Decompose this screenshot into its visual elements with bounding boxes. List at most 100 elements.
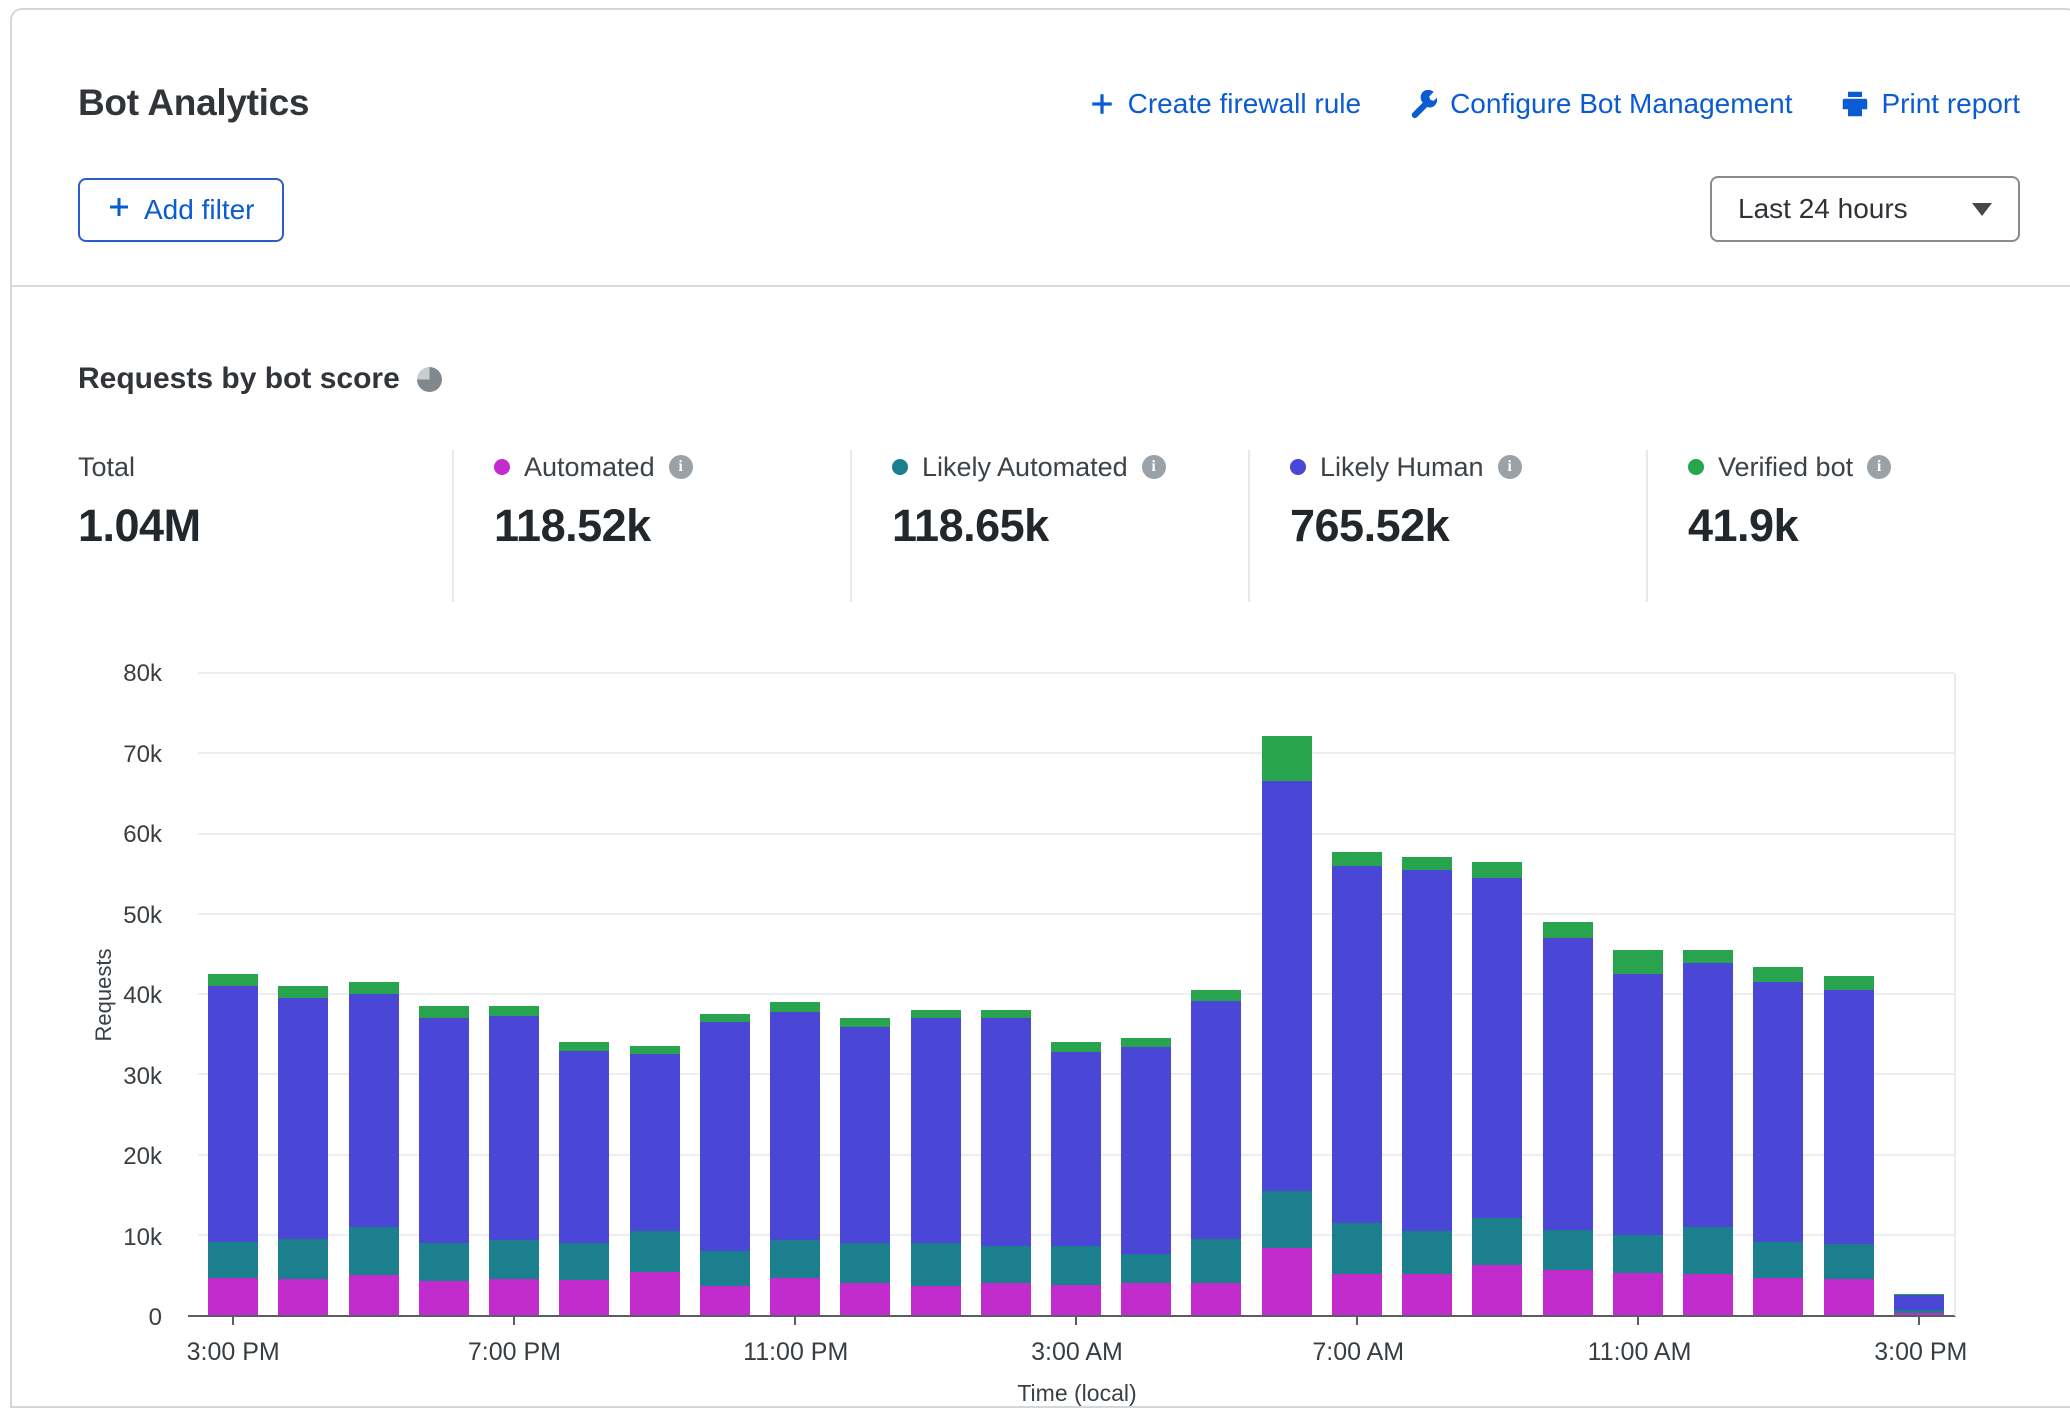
bar-segment-likely-automated[interactable] bbox=[840, 1243, 890, 1283]
bar-segment-automated[interactable] bbox=[630, 1272, 680, 1315]
stacked-bar[interactable] bbox=[840, 673, 890, 1315]
bar-segment-likely-human[interactable] bbox=[208, 986, 258, 1242]
stacked-bar[interactable] bbox=[1753, 673, 1803, 1315]
bar-segment-automated[interactable] bbox=[559, 1280, 609, 1315]
bar-segment-automated[interactable] bbox=[1613, 1273, 1663, 1315]
bar-segment-automated[interactable] bbox=[911, 1286, 961, 1315]
bar-segment-likely-automated[interactable] bbox=[1402, 1231, 1452, 1274]
stat-verified-bot[interactable]: Verified boti41.9k bbox=[1646, 450, 2044, 602]
bar-segment-likely-automated[interactable] bbox=[1613, 1235, 1663, 1274]
bar-segment-likely-automated[interactable] bbox=[208, 1242, 258, 1278]
stacked-bar[interactable] bbox=[419, 673, 469, 1315]
stacked-bar[interactable] bbox=[1332, 673, 1382, 1315]
bar-segment-likely-automated[interactable] bbox=[1824, 1244, 1874, 1279]
bar-segment-verified-bot[interactable] bbox=[1753, 967, 1803, 982]
bar-segment-likely-human[interactable] bbox=[1402, 870, 1452, 1230]
stacked-bar[interactable] bbox=[1543, 673, 1593, 1315]
bar-segment-likely-automated[interactable] bbox=[419, 1243, 469, 1281]
bar-segment-automated[interactable] bbox=[1824, 1279, 1874, 1315]
bar-segment-verified-bot[interactable] bbox=[278, 986, 328, 998]
bar-segment-likely-human[interactable] bbox=[1683, 963, 1733, 1227]
bar-segment-verified-bot[interactable] bbox=[559, 1042, 609, 1051]
bar-segment-likely-automated[interactable] bbox=[1472, 1218, 1522, 1265]
bar-segment-verified-bot[interactable] bbox=[1472, 862, 1522, 877]
bar-segment-verified-bot[interactable] bbox=[700, 1014, 750, 1022]
bar-segment-likely-human[interactable] bbox=[1543, 938, 1593, 1230]
bar-segment-verified-bot[interactable] bbox=[1824, 976, 1874, 990]
bar-segment-likely-human[interactable] bbox=[700, 1022, 750, 1251]
bar-segment-automated[interactable] bbox=[349, 1275, 399, 1315]
bar-segment-automated[interactable] bbox=[840, 1283, 890, 1315]
stacked-bar[interactable] bbox=[630, 673, 680, 1315]
bar-segment-automated[interactable] bbox=[1262, 1248, 1312, 1315]
bar-segment-verified-bot[interactable] bbox=[208, 974, 258, 986]
bar-segment-automated[interactable] bbox=[1753, 1278, 1803, 1315]
bar-segment-verified-bot[interactable] bbox=[981, 1010, 1031, 1018]
bar-segment-likely-automated[interactable] bbox=[630, 1231, 680, 1272]
bar-segment-verified-bot[interactable] bbox=[1402, 857, 1452, 871]
stacked-bar[interactable] bbox=[1683, 673, 1733, 1315]
bar-segment-likely-automated[interactable] bbox=[1753, 1242, 1803, 1278]
stacked-bar[interactable] bbox=[1402, 673, 1452, 1315]
bar-segment-likely-automated[interactable] bbox=[1332, 1223, 1382, 1274]
stacked-bar[interactable] bbox=[1894, 673, 1944, 1315]
bar-segment-verified-bot[interactable] bbox=[419, 1006, 469, 1018]
bar-segment-likely-human[interactable] bbox=[278, 998, 328, 1239]
add-filter-button[interactable]: Add filter bbox=[78, 178, 284, 242]
stat-likely-human[interactable]: Likely Humani765.52k bbox=[1248, 450, 1646, 602]
pie-chart-icon[interactable] bbox=[417, 367, 442, 392]
bar-segment-automated[interactable] bbox=[1543, 1270, 1593, 1315]
bar-segment-likely-automated[interactable] bbox=[1262, 1191, 1312, 1248]
bar-segment-automated[interactable] bbox=[1332, 1274, 1382, 1315]
bar-segment-automated[interactable] bbox=[770, 1278, 820, 1315]
bar-segment-likely-automated[interactable] bbox=[489, 1240, 539, 1279]
bar-segment-likely-human[interactable] bbox=[1472, 878, 1522, 1218]
bar-segment-likely-automated[interactable] bbox=[1121, 1254, 1171, 1283]
bar-segment-likely-human[interactable] bbox=[630, 1054, 680, 1231]
stacked-bar[interactable] bbox=[981, 673, 1031, 1315]
stacked-bar[interactable] bbox=[1191, 673, 1241, 1315]
bar-segment-automated[interactable] bbox=[278, 1279, 328, 1315]
bar-segment-likely-automated[interactable] bbox=[278, 1239, 328, 1279]
bar-segment-likely-automated[interactable] bbox=[559, 1243, 609, 1280]
bar-segment-automated[interactable] bbox=[208, 1278, 258, 1315]
stacked-bar[interactable] bbox=[1262, 673, 1312, 1315]
bar-segment-likely-automated[interactable] bbox=[981, 1246, 1031, 1283]
bar-segment-likely-human[interactable] bbox=[349, 994, 399, 1227]
bar-segment-likely-automated[interactable] bbox=[911, 1243, 961, 1286]
bar-segment-verified-bot[interactable] bbox=[1191, 990, 1241, 1001]
info-icon[interactable]: i bbox=[1142, 455, 1166, 479]
stacked-bar[interactable] bbox=[1824, 673, 1874, 1315]
bar-segment-likely-human[interactable] bbox=[911, 1018, 961, 1243]
bar-segment-automated[interactable] bbox=[1402, 1274, 1452, 1315]
stacked-bar[interactable] bbox=[208, 673, 258, 1315]
bar-segment-automated[interactable] bbox=[700, 1286, 750, 1315]
bar-segment-likely-automated[interactable] bbox=[1683, 1227, 1733, 1274]
stat-likely-automated[interactable]: Likely Automatedi118.65k bbox=[850, 450, 1248, 602]
bar-segment-likely-automated[interactable] bbox=[700, 1251, 750, 1286]
bar-segment-likely-human[interactable] bbox=[1824, 990, 1874, 1244]
bar-segment-likely-automated[interactable] bbox=[349, 1227, 399, 1275]
bar-segment-verified-bot[interactable] bbox=[911, 1010, 961, 1018]
bar-segment-verified-bot[interactable] bbox=[1262, 736, 1312, 781]
stacked-bar[interactable] bbox=[1121, 673, 1171, 1315]
bar-segment-likely-human[interactable] bbox=[981, 1018, 1031, 1246]
bar-segment-automated[interactable] bbox=[1051, 1285, 1101, 1315]
stacked-bar[interactable] bbox=[278, 673, 328, 1315]
info-icon[interactable]: i bbox=[669, 455, 693, 479]
stacked-bar[interactable] bbox=[1472, 673, 1522, 1315]
bar-segment-likely-human[interactable] bbox=[1191, 1001, 1241, 1239]
bar-segment-verified-bot[interactable] bbox=[489, 1006, 539, 1016]
stacked-bar[interactable] bbox=[770, 673, 820, 1315]
bar-segment-automated[interactable] bbox=[981, 1283, 1031, 1315]
bar-segment-verified-bot[interactable] bbox=[630, 1046, 680, 1054]
bar-segment-automated[interactable] bbox=[1191, 1283, 1241, 1315]
bar-segment-likely-human[interactable] bbox=[1262, 781, 1312, 1190]
stacked-bar[interactable] bbox=[349, 673, 399, 1315]
bar-segment-likely-human[interactable] bbox=[489, 1016, 539, 1240]
bar-segment-likely-human[interactable] bbox=[1613, 974, 1663, 1235]
bar-segment-verified-bot[interactable] bbox=[1121, 1038, 1171, 1047]
bar-segment-likely-human[interactable] bbox=[1753, 982, 1803, 1242]
bar-segment-likely-human[interactable] bbox=[1894, 1295, 1944, 1310]
stacked-bar[interactable] bbox=[489, 673, 539, 1315]
